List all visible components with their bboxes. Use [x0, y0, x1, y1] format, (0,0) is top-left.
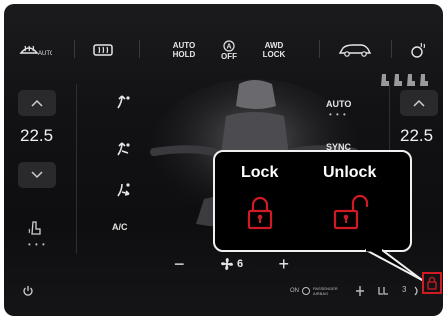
rear-seat-icon [378, 287, 388, 295]
lock-button[interactable] [247, 196, 273, 235]
auto-stop-off-button[interactable]: A OFF [216, 32, 242, 68]
toolbar-separator [139, 40, 140, 58]
car-icon [338, 44, 372, 57]
door-lock-callout: Lock Unlock [213, 150, 412, 252]
auto-stop-icon: A [223, 39, 235, 52]
svg-text:A: A [226, 43, 231, 50]
left-temp-up-button[interactable] [18, 90, 56, 116]
chevron-up-icon [413, 99, 425, 107]
auto-stop-off-label: OFF [221, 51, 237, 61]
left-seat-heat-button[interactable] [28, 220, 44, 241]
svg-text:AUTO: AUTO [38, 51, 52, 57]
awd-lock-button[interactable]: AWD LOCK [254, 32, 294, 68]
ac-button[interactable]: A/C [112, 222, 128, 232]
fan-level: 6 [236, 258, 244, 270]
auto-level-dots: • • • [329, 110, 347, 119]
door-lock-icon [427, 276, 437, 290]
unlock-label: Unlock [323, 164, 377, 181]
fan-level-display: 6 [220, 257, 243, 271]
fan-icon [220, 258, 233, 270]
vent-face-icon [117, 95, 130, 109]
auto-hold-button[interactable]: AUTO HOLD [164, 32, 204, 68]
toolbar-separator [391, 40, 392, 58]
padlock-unlocked-icon [333, 194, 369, 230]
front-defrost-icon: AUTO [19, 45, 52, 57]
vent-face-feet-button[interactable] [114, 139, 134, 162]
left-temperature: 22.5 [20, 126, 54, 145]
passenger-airbag-status: ON PASSENGER AIRBAG [290, 286, 338, 296]
left-seat-heat-level: • • • [28, 240, 46, 249]
chevron-down-icon [31, 171, 43, 179]
steering-wheel-heat-icon [411, 42, 426, 58]
door-lock-button-highlight[interactable] [422, 272, 442, 294]
power-button[interactable] [22, 284, 34, 302]
seatbelt-icon [356, 286, 364, 296]
unlock-button[interactable] [333, 194, 369, 235]
vent-feet-icon [117, 183, 130, 197]
light-icon [414, 286, 418, 296]
vent-feet-button[interactable] [114, 180, 134, 203]
steering-heat-button[interactable] [406, 32, 430, 68]
passenger-seat-indicators [381, 74, 428, 86]
front-defrost-auto-button[interactable]: AUTO [18, 32, 52, 68]
awd-lock-label: AWD LOCK [262, 41, 286, 59]
fan-speed-control: − 6 + [164, 249, 299, 279]
right-temperature: 22.5 [400, 126, 434, 145]
right-temp-up-button[interactable] [400, 90, 438, 116]
fan-decrease-button[interactable]: − [174, 254, 185, 275]
toolbar-separator [319, 40, 320, 58]
vent-face-button[interactable] [114, 92, 134, 115]
toolbar-separator [74, 40, 75, 58]
lock-label: Lock [241, 164, 279, 181]
left-divider [76, 84, 77, 254]
vent-face-feet-icon [117, 142, 130, 156]
drive-mode-button[interactable] [334, 32, 376, 68]
rear-defrost-icon [93, 44, 113, 56]
seat-heat-icon [28, 221, 41, 235]
auto-hold-label: AUTO HOLD [172, 41, 196, 59]
rear-defrost-button[interactable] [90, 32, 116, 68]
fan-increase-button[interactable]: + [278, 254, 289, 275]
airbag-on-label: ON [290, 288, 299, 294]
airbag-icon [302, 287, 310, 295]
left-temp-down-button[interactable] [18, 162, 56, 188]
power-icon [23, 286, 33, 296]
seat-count-label: 3 [402, 285, 407, 294]
chevron-up-icon [31, 99, 43, 107]
padlock-locked-icon [247, 196, 273, 230]
airbag-text-line2: AIRBAG [313, 291, 329, 296]
auto-button[interactable]: AUTO [326, 99, 351, 109]
